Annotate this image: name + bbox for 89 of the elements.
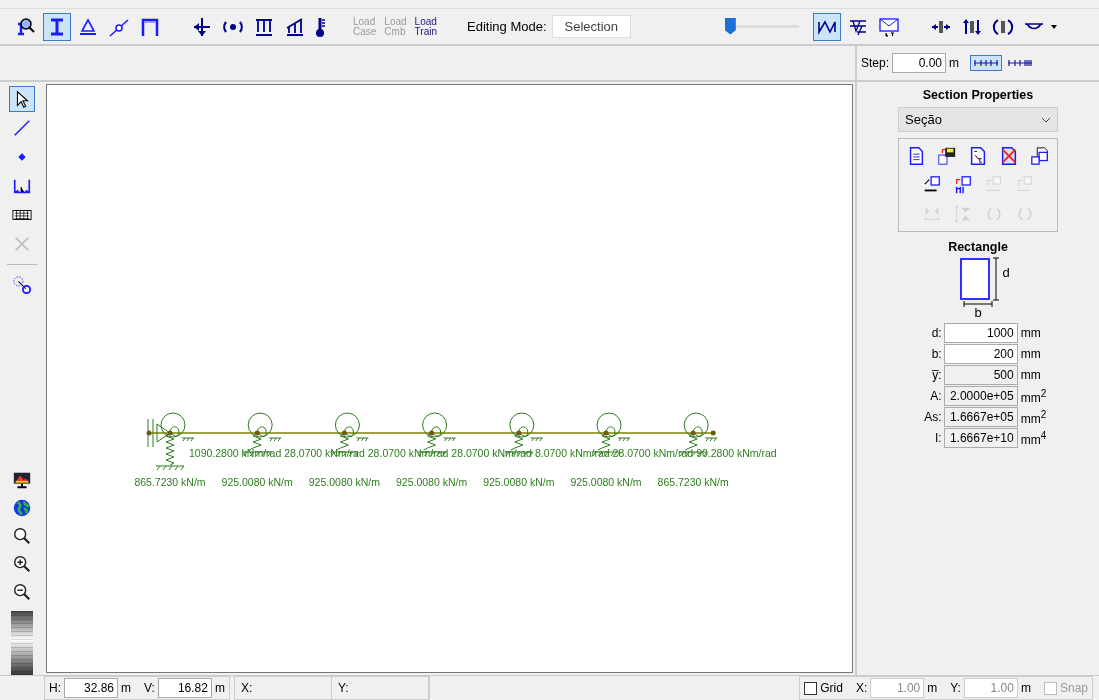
unit-label: m <box>214 681 225 695</box>
spring-stiffness-label: 925.0080 kN/m <box>221 476 293 488</box>
unit-label: m <box>927 681 938 695</box>
property-field[interactable]: 1.6667e+10 <box>943 428 1018 448</box>
step-field[interactable]: 0.00 <box>892 53 947 73</box>
ruler-icon <box>1006 58 1035 68</box>
unit-label: mm$^{2}$ <box>1019 408 1048 426</box>
cross-icon <box>12 234 32 254</box>
tool-button[interactable] <box>43 12 71 41</box>
h-label: H: <box>49 681 61 695</box>
step-mode-button[interactable] <box>970 55 1003 71</box>
globe-icon <box>12 498 32 518</box>
checkbox-label: Snap <box>1059 681 1088 695</box>
ruler-icon <box>972 58 1001 68</box>
property-field[interactable]: 500 <box>943 365 1018 385</box>
property-field[interactable]: 2.0000e+05 <box>943 386 1018 406</box>
v-label: V: <box>144 681 155 695</box>
thermometer-icon <box>315 15 326 38</box>
snap-node-icon <box>12 275 32 295</box>
unit-label: mm$^{4}$ <box>1019 429 1048 447</box>
unit-label: m <box>121 681 131 695</box>
rotational-spring-label: 8.0700 kNm/rad <box>534 447 610 459</box>
width-field[interactable]: 32.86 <box>64 678 118 698</box>
panel-title: Section Properties <box>922 88 1034 102</box>
rotational-spring-label: 1090.2800 kNm/rad <box>189 447 282 459</box>
section-dropdown[interactable]: Seção <box>898 107 1058 132</box>
rotational-spring-label: 28.0700 kNm/rad <box>451 447 532 459</box>
editing-mode-label: Editing Mode: <box>467 19 547 34</box>
dimension-label: b <box>974 307 982 319</box>
linear-load-icon <box>284 15 306 38</box>
x-coordinate-field: X: <box>234 677 332 699</box>
unit-label: mm <box>1019 368 1042 382</box>
spring-stiffness-label: 925.0080 kN/m <box>570 476 642 488</box>
unit-label: m <box>1020 681 1031 695</box>
grid-y-field[interactable]: 1.00 <box>963 678 1018 698</box>
step-label: Step: <box>861 56 890 70</box>
spring-stiffness-label: 865.7230 kN/m <box>134 476 206 488</box>
copy-document-icon <box>1030 146 1050 166</box>
property-label: A: <box>929 389 943 403</box>
unit-label: mm$^{2}$ <box>1019 387 1048 405</box>
zoom-in-icon <box>12 554 32 574</box>
height-field[interactable]: 16.82 <box>157 678 212 698</box>
rotational-spring-label: 28.0700 kNm/rad <box>612 447 694 459</box>
load-button[interactable]: Load Train <box>414 16 438 37</box>
y-coordinate-field: Y: <box>331 677 429 699</box>
unit-label: mm <box>1019 347 1042 361</box>
property-field[interactable]: 1.6667e+05 <box>943 407 1018 427</box>
rotational-spring-label: 28.0700 kNm/rad <box>367 447 449 459</box>
shade-scale-drawing <box>11 611 33 675</box>
search-icon <box>12 526 32 546</box>
slider-thumb[interactable] <box>724 17 736 35</box>
editing-mode-field[interactable]: Selection <box>551 15 631 38</box>
rotational-spring-label: 90.2800 kNm/rad <box>696 447 777 459</box>
spring-stiffness-label: 925.0080 kN/m <box>308 476 380 488</box>
unit-label: mm <box>1019 326 1042 340</box>
property-label: y̅: <box>930 368 943 382</box>
property-label: As: <box>924 410 943 424</box>
y-label: Y: <box>950 681 961 695</box>
rectangle-section-drawing <box>960 258 991 300</box>
node-force-icon <box>191 15 213 38</box>
view-tool-button[interactable] <box>813 12 841 41</box>
drawing-tool-button[interactable] <box>9 86 35 112</box>
delete-document-icon <box>999 146 1019 166</box>
property-field[interactable]: 200 <box>943 344 1018 364</box>
monitor-icon <box>12 470 32 490</box>
dimension-label: d <box>1002 265 1010 280</box>
spring-stiffness-label: 865.7230 kN/m <box>657 476 729 488</box>
save-document-icon <box>937 146 957 166</box>
caret-icon[interactable] <box>1051 23 1057 30</box>
zoom-out-icon <box>12 582 32 602</box>
property-label: b: <box>930 347 943 361</box>
spring-stiffness-label: 925.0080 kN/m <box>396 476 468 488</box>
property-label: d: <box>930 326 943 340</box>
x-label: X: <box>855 681 868 695</box>
chevron-down-icon <box>1041 116 1051 123</box>
unit-label: m <box>949 56 960 70</box>
line-icon <box>12 118 32 138</box>
mail-icon <box>878 15 900 38</box>
grid-x-field[interactable]: 1.00 <box>870 678 925 698</box>
checkbox-label: Grid <box>820 681 843 695</box>
rotational-spring-label: 28.0700 kNm/rad <box>284 447 365 459</box>
spring-stiffness-label: 925.0080 kN/m <box>483 476 555 488</box>
grid-checkbox[interactable] <box>804 681 818 695</box>
property-field[interactable]: 1000 <box>943 323 1018 343</box>
slider-track[interactable] <box>723 16 799 37</box>
magnifier-frame-icon <box>15 15 37 38</box>
rename-document-icon <box>968 146 988 166</box>
shape-title: Rectangle <box>948 240 1008 254</box>
property-label: I: <box>934 431 943 445</box>
